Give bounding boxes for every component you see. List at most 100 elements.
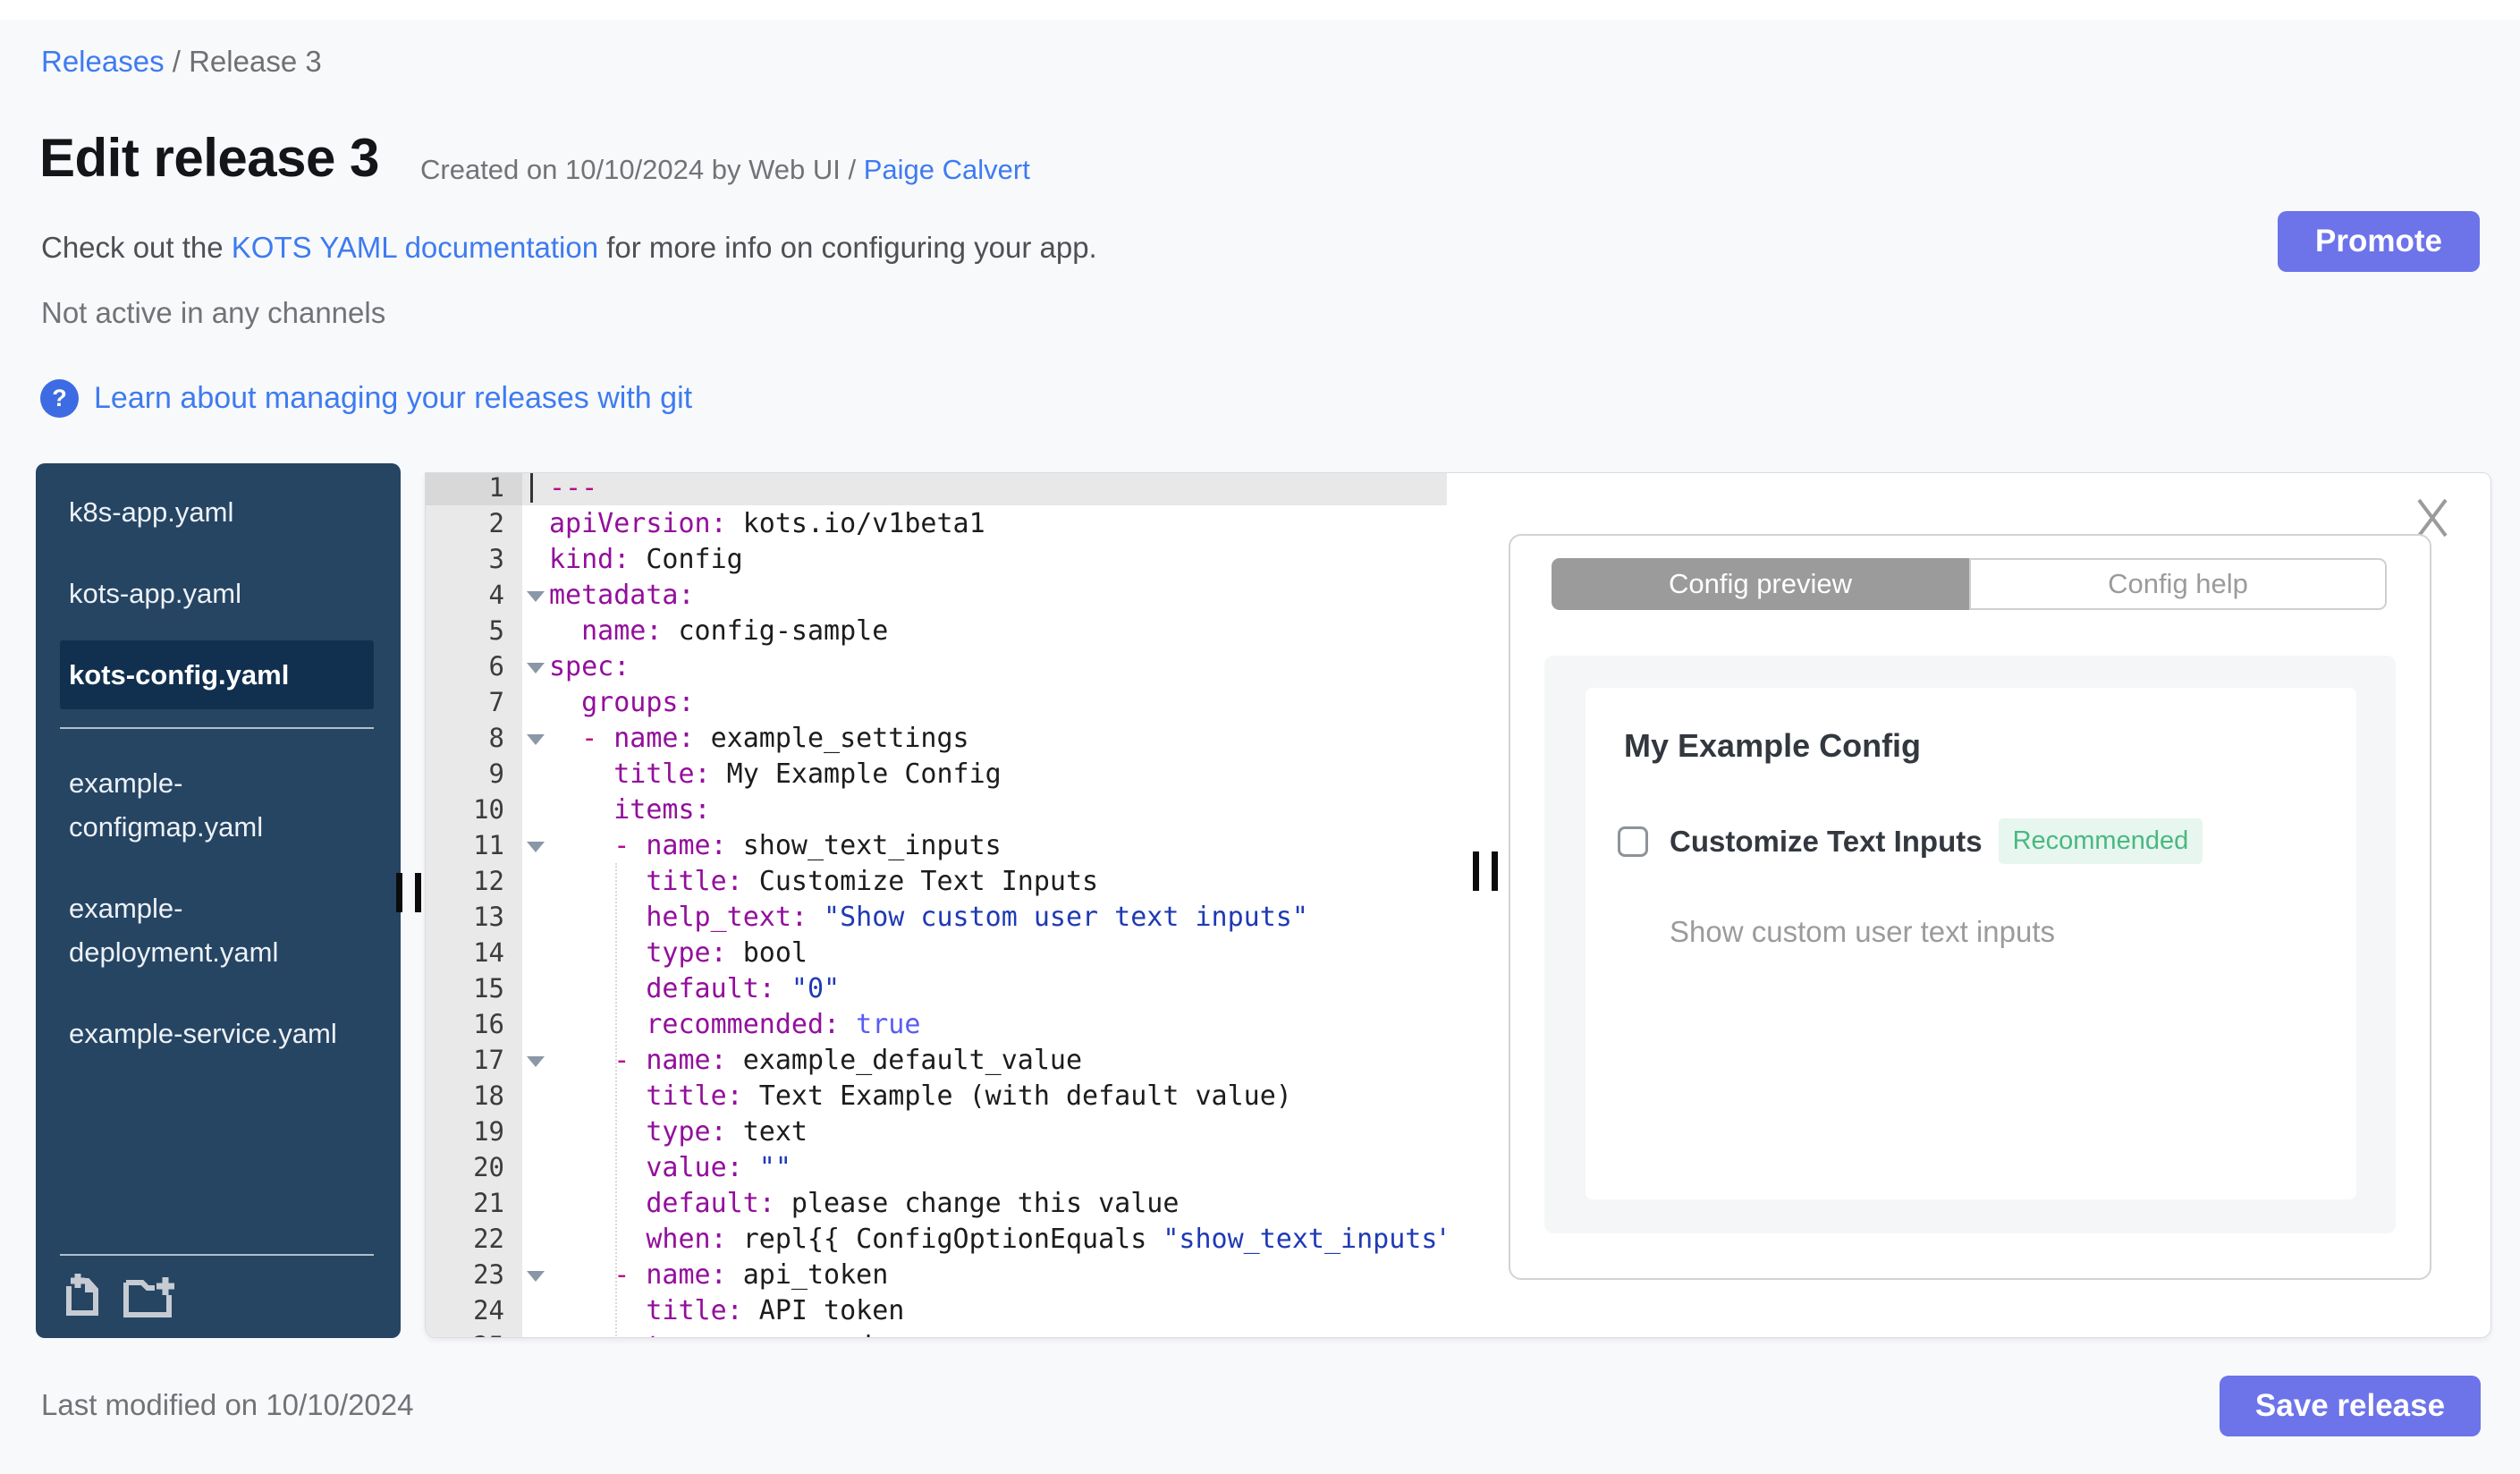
line-number: 25 (426, 1328, 522, 1337)
line-number: 4 (426, 577, 522, 613)
channel-status: Not active in any channels (41, 296, 386, 329)
file-group-divider (60, 727, 374, 729)
config-item-help-text: Show custom user text inputs (1670, 915, 2056, 948)
file-tree-sidebar: k8s-app.yaml kots-app.yaml kots-config.yam… (36, 463, 401, 1338)
workspace-panel: 1 --- 2 apiVersion: kots.io/v1beta1 3 kind: C… (425, 472, 2491, 1338)
code-line-20: 20 value: "" (426, 1149, 1447, 1185)
doc-prefix: Check out the (41, 231, 232, 264)
code-line-2: 2 apiVersion: kots.io/v1beta1 (426, 505, 1447, 541)
config-preview-surface: My Example Config Customize Text Inputs … (1544, 656, 2396, 1233)
config-item-row: Customize Text Inputs Recommended (1618, 818, 2203, 864)
fold-arrow-icon[interactable] (527, 1056, 545, 1067)
line-number: 6 (426, 648, 522, 684)
line-number: 22 (426, 1221, 522, 1257)
config-tabs: Config preview Config help (1552, 558, 2387, 610)
git-help-link[interactable]: Learn about managing your releases with … (94, 381, 692, 416)
created-text: Created on 10/10/2024 by Web UI / (420, 154, 864, 185)
created-author-link[interactable]: Paige Calvert (864, 154, 1030, 185)
code-line-3: 3 kind: Config (426, 541, 1447, 577)
config-group-title: My Example Config (1624, 727, 1922, 764)
breadcrumb-current: Release 3 (189, 45, 322, 78)
line-number: 1 (426, 473, 522, 505)
code-line-16: 16 recommended: true (426, 1006, 1447, 1042)
code-line-13: 13 help_text: "Show custom user text inp… (426, 899, 1447, 935)
sidebar-bottom (36, 1254, 401, 1338)
code-line-14: 14 type: bool (426, 935, 1447, 970)
line-number: 8 (426, 720, 522, 756)
fold-arrow-icon[interactable] (527, 591, 545, 602)
tab-config-help[interactable]: Config help (1969, 558, 2387, 610)
file-item-example-deployment.yaml[interactable]: example-deployment.yaml (60, 874, 374, 987)
save-release-button[interactable]: Save release (2220, 1376, 2481, 1436)
line-number: 7 (426, 684, 522, 720)
promote-button[interactable]: Promote (2278, 211, 2480, 272)
doc-suffix: for more info on configuring your app. (598, 231, 1097, 264)
top-strip (0, 0, 2520, 20)
file-item-example-service.yaml[interactable]: example-service.yaml (60, 999, 374, 1068)
config-item-label: Customize Text Inputs (1670, 824, 1983, 858)
git-help-row[interactable]: ? Learn about managing your releases wit… (40, 379, 692, 418)
breadcrumb-releases-link[interactable]: Releases (41, 45, 165, 78)
code-line-7: 7 groups: (426, 684, 1447, 720)
line-number: 11 (426, 827, 522, 863)
file-item-kots-app.yaml[interactable]: kots-app.yaml (60, 559, 374, 628)
code-line-11: 11 - name: show_text_inputs (426, 827, 1447, 863)
file-item-example-configmap.yaml[interactable]: example-configmap.yaml (60, 749, 374, 861)
config-group-card: My Example Config Customize Text Inputs … (1586, 688, 2356, 1199)
add-file-icon[interactable] (60, 1270, 103, 1320)
code-line-21: 21 default: please change this value (426, 1185, 1447, 1221)
created-line: Created on 10/10/2024 by Web UI / Paige … (420, 154, 1030, 186)
line-number: 15 (426, 970, 522, 1006)
code-line-25: 25 type: password (426, 1328, 1447, 1337)
code-line-4: 4 metadata: (426, 577, 1447, 613)
sidebar-bottom-divider (60, 1254, 374, 1256)
fold-arrow-icon[interactable] (527, 663, 545, 673)
config-preview-panel: Config preview Config help My Example Con… (1450, 473, 2490, 1337)
code-line-15: 15 default: "0" (426, 970, 1447, 1006)
line-number: 24 (426, 1292, 522, 1328)
code-line-5: 5 name: config-sample (426, 613, 1447, 648)
yaml-code-editor[interactable]: 1 --- 2 apiVersion: kots.io/v1beta1 3 kind: C… (426, 473, 1447, 1337)
config-preview-card: Config preview Config help My Example Con… (1509, 534, 2431, 1280)
recommended-badge: Recommended (1998, 818, 2203, 864)
file-item-k8s-app.yaml[interactable]: k8s-app.yaml (60, 478, 374, 546)
question-mark-circle-icon: ? (40, 379, 79, 418)
line-number: 18 (426, 1078, 522, 1114)
line-number: 2 (426, 505, 522, 541)
fold-arrow-icon[interactable] (527, 1271, 545, 1282)
line-number: 20 (426, 1149, 522, 1185)
line-number: 3 (426, 541, 522, 577)
code-line-24: 24 title: API token (426, 1292, 1447, 1328)
editor-preview-resize-handle[interactable] (1473, 851, 1498, 891)
customize-text-inputs-checkbox[interactable] (1618, 826, 1648, 857)
code-line-6: 6 spec: (426, 648, 1447, 684)
line-number: 17 (426, 1042, 522, 1078)
line-number: 10 (426, 792, 522, 827)
kots-yaml-doc-link[interactable]: KOTS YAML documentation (232, 231, 598, 264)
line-number: 9 (426, 756, 522, 792)
text-cursor (530, 473, 533, 503)
line-number: 5 (426, 613, 522, 648)
code-line-12: 12 title: Customize Text Inputs (426, 863, 1447, 899)
fold-arrow-icon[interactable] (527, 734, 545, 745)
edit-release-page: Releases / Release 3 Edit release 3 Crea… (0, 0, 2520, 1474)
code-line-18: 18 title: Text Example (with default val… (426, 1078, 1447, 1114)
doc-line: Check out the KOTS YAML documentation fo… (41, 231, 1097, 265)
file-group-examples: example-configmap.yaml example-deployment… (36, 749, 401, 1068)
file-item-kots-config.yaml[interactable]: kots-config.yaml (60, 640, 374, 709)
last-modified-text: Last modified on 10/10/2024 (41, 1388, 414, 1421)
sidebar-editor-resize-handle[interactable] (396, 873, 421, 912)
code-lines: 1 --- 2 apiVersion: kots.io/v1beta1 3 kind: C… (426, 473, 1447, 1337)
fold-arrow-icon[interactable] (527, 842, 545, 852)
line-number: 12 (426, 863, 522, 899)
code-line-9: 9 title: My Example Config (426, 756, 1447, 792)
code-line-8: 8 - name: example_settings (426, 720, 1447, 756)
line-number: 21 (426, 1185, 522, 1221)
line-number: 23 (426, 1257, 522, 1292)
tab-config-preview[interactable]: Config preview (1552, 558, 1969, 610)
breadcrumb-separator: / (164, 45, 190, 78)
add-folder-icon[interactable] (123, 1274, 178, 1320)
line-number: 13 (426, 899, 522, 935)
file-group-app: k8s-app.yaml kots-app.yaml kots-config.yam… (36, 478, 401, 709)
code-line-22: 22 when: repl{{ ConfigOptionEquals "show… (426, 1221, 1447, 1257)
